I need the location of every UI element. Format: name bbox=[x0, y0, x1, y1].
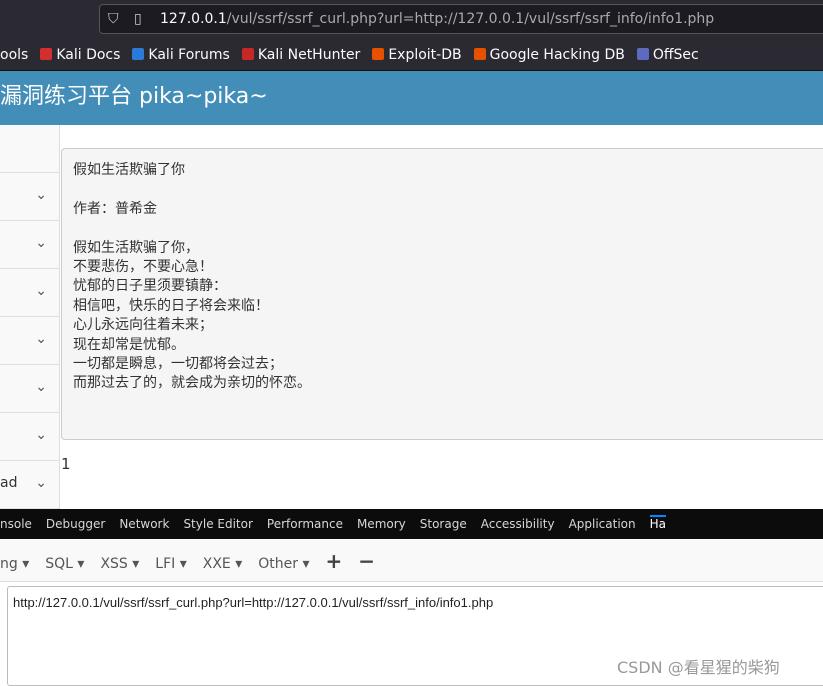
browser-toolbar: ⛉ ▯ 127.0.0.1/vul/ssrf/ssrf_curl.php?url… bbox=[0, 0, 823, 39]
bookmarks-bar: ools Kali Docs Kali Forums Kali NetHunter Ex… bbox=[0, 39, 823, 71]
url-bar[interactable]: ⛉ ▯ 127.0.0.1/vul/ssrf/ssrf_curl.php?url… bbox=[99, 4, 823, 34]
hackbar-menu[interactable]: XSS ▾ bbox=[100, 556, 139, 572]
sidebar-item[interactable]: ad ⌄ bbox=[0, 461, 59, 509]
bookmark-icon bbox=[372, 48, 385, 60]
devtools-tab[interactable]: Accessibility bbox=[481, 517, 555, 531]
add-icon[interactable]: + bbox=[326, 549, 343, 573]
chevron-down-icon: ⌄ bbox=[35, 331, 47, 347]
bookmark-item[interactable]: Google Hacking DB bbox=[490, 47, 625, 63]
hackbar-menu[interactable]: Other ▾ bbox=[258, 556, 309, 572]
devtools-tab[interactable]: Ha bbox=[649, 515, 667, 531]
devtools-tabbar: nsole Debugger Network Style Editor Performa… bbox=[0, 509, 823, 539]
hackbar-menu[interactable]: ng ▾ bbox=[0, 556, 29, 572]
page-header: 漏洞练习平台 pika~pika~ bbox=[0, 71, 823, 125]
devtools-tab[interactable]: Network bbox=[119, 517, 169, 531]
page-icon: ▯ bbox=[134, 11, 142, 27]
sidebar-item[interactable]: ⌄ bbox=[0, 413, 59, 461]
result-count: 1 bbox=[61, 455, 71, 473]
devtools-tab[interactable]: Style Editor bbox=[183, 517, 252, 531]
devtools-tab[interactable]: nsole bbox=[0, 517, 32, 531]
page-title: 漏洞练习平台 pika~pika~ bbox=[0, 84, 268, 109]
bookmark-item[interactable]: OffSec bbox=[653, 47, 699, 63]
bookmark-item[interactable]: Kali NetHunter bbox=[258, 47, 360, 63]
bookmark-icon bbox=[132, 48, 145, 60]
chevron-down-icon: ⌄ bbox=[35, 283, 47, 299]
sidebar-item[interactable] bbox=[0, 125, 59, 173]
hackbar-toolbar: ng ▾ SQL ▾ XSS ▾ LFI ▾ XXE ▾ Other ▾ + − bbox=[0, 540, 823, 582]
shield-icon[interactable]: ⛉ bbox=[108, 5, 119, 33]
chevron-down-icon: ⌄ bbox=[35, 187, 47, 203]
sidebar: ⌄ ⌄ ⌄ ⌄ ⌄ ⌄ ad ⌄ bbox=[0, 125, 60, 509]
hackbar-menu[interactable]: XXE ▾ bbox=[203, 556, 243, 572]
bookmark-icon bbox=[636, 48, 649, 60]
bookmark-icon bbox=[40, 48, 53, 60]
bookmark-icon bbox=[473, 48, 486, 60]
bookmark-item[interactable]: ools bbox=[0, 47, 28, 63]
sidebar-item[interactable]: ⌄ bbox=[0, 221, 59, 269]
chevron-down-icon: ⌄ bbox=[35, 235, 47, 251]
sidebar-item[interactable]: ⌄ bbox=[0, 365, 59, 413]
bookmark-icon bbox=[241, 48, 254, 60]
watermark: CSDN @看星猩的柴狗 bbox=[617, 658, 780, 677]
hackbar-menu[interactable]: SQL ▾ bbox=[45, 556, 84, 572]
chevron-down-icon: ⌄ bbox=[35, 475, 47, 491]
sidebar-item[interactable]: ⌄ bbox=[0, 173, 59, 221]
hackbar-menu[interactable]: LFI ▾ bbox=[155, 556, 186, 572]
devtools-tab[interactable]: Debugger bbox=[46, 517, 105, 531]
devtools-tab[interactable]: Memory bbox=[357, 517, 406, 531]
url-path: /vul/ssrf/ssrf_curl.php?url=http://127.0… bbox=[226, 11, 715, 27]
bookmark-item[interactable]: Exploit-DB bbox=[388, 47, 461, 63]
devtools-tab[interactable]: Performance bbox=[267, 517, 343, 531]
devtools-tab[interactable]: Storage bbox=[420, 517, 467, 531]
devtools-tab[interactable]: Application bbox=[569, 517, 636, 531]
chevron-down-icon: ⌄ bbox=[35, 379, 47, 395]
url-host: 127.0.0.1 bbox=[160, 11, 227, 27]
sidebar-item-label: ad bbox=[0, 475, 18, 491]
sidebar-item[interactable]: ⌄ bbox=[0, 269, 59, 317]
sidebar-item[interactable]: ⌄ bbox=[0, 317, 59, 365]
chevron-down-icon: ⌄ bbox=[35, 427, 47, 443]
poem-content: 假如生活欺骗了你 作者：普希金 假如生活欺骗了你， 不要悲伤，不要心急！ 忧郁的… bbox=[61, 148, 823, 440]
remove-icon[interactable]: − bbox=[358, 549, 375, 573]
bookmark-item[interactable]: Kali Docs bbox=[56, 47, 120, 63]
bookmark-item[interactable]: Kali Forums bbox=[148, 47, 229, 63]
